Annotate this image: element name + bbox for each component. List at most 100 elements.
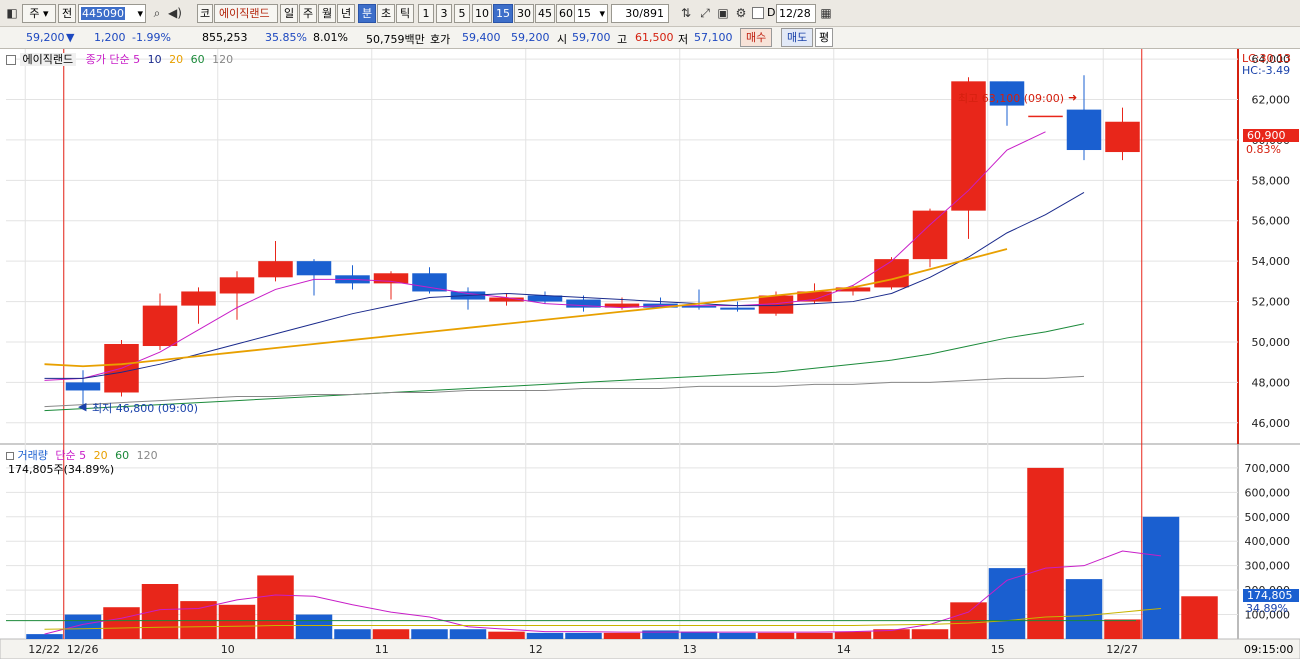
stock-name-field[interactable]: 에이직랜드 — [214, 4, 278, 23]
minute-30[interactable]: 30 — [514, 4, 534, 23]
price-tick-label: 50,000 — [1252, 336, 1291, 349]
minute-60[interactable]: 60 — [556, 4, 576, 23]
volume-bar — [103, 607, 140, 639]
minute-3[interactable]: 3 — [436, 4, 452, 23]
volume-bar — [449, 629, 487, 639]
down-arrow-icon: ▼ — [66, 31, 75, 44]
volume-ma120: 120 — [136, 449, 158, 462]
volume-bar — [1104, 619, 1141, 639]
volume-bar — [1065, 579, 1103, 639]
period-minute[interactable]: 분 — [358, 4, 376, 23]
symbol-prefix-button[interactable]: 코 — [197, 4, 213, 23]
date-flag: D — [767, 6, 776, 19]
volume-bar — [180, 601, 217, 639]
avg-button[interactable]: 평 — [815, 28, 834, 47]
open-label: 시 — [557, 33, 568, 46]
volume-tick-label: 300,000 — [1245, 560, 1291, 573]
volume-bar — [64, 614, 102, 639]
volume-current: 174,805주(34.89%) — [8, 463, 115, 476]
chart-settings-icon[interactable]: ◧ — [4, 5, 20, 21]
count-input[interactable]: 30/891 — [611, 4, 669, 23]
market-select[interactable]: 주 ▾ — [22, 4, 56, 23]
calendar-icon[interactable]: ▦ — [818, 5, 834, 21]
period-year[interactable]: 년 — [337, 4, 355, 23]
volume-bar — [334, 629, 371, 639]
candle-body — [65, 382, 101, 391]
period-month[interactable]: 월 — [318, 4, 336, 23]
date-input[interactable]: 12/28 — [776, 4, 816, 23]
candle-body — [142, 305, 178, 347]
legend-ma-label: 종가 단순 5 — [85, 53, 141, 66]
right-arrow-icon: ➜ — [1068, 91, 1078, 104]
minute-select[interactable]: 15 ▾ — [574, 4, 608, 23]
legend-toggle-icon[interactable] — [6, 55, 16, 65]
volume-bar — [26, 634, 63, 639]
buy-button[interactable]: 매수 — [740, 28, 773, 47]
market-label: 주 — [29, 7, 40, 20]
candle-body — [219, 277, 255, 294]
count-total: /891 — [639, 7, 664, 20]
code-value: 445090 — [81, 7, 125, 20]
time-axis — [0, 638, 1300, 659]
volume-bar — [411, 629, 448, 639]
left-arrow-icon: ◀ — [78, 400, 87, 413]
volume-bar — [834, 631, 872, 639]
gear-icon[interactable]: ⚙ — [733, 5, 749, 21]
volume-tick-label: 500,000 — [1245, 511, 1291, 524]
price-tick-label: 56,000 — [1252, 215, 1291, 228]
candle-body — [720, 307, 755, 310]
bid-price: 59,200 — [511, 31, 550, 44]
candle-body — [874, 259, 909, 288]
volume-bar — [988, 568, 1026, 639]
candle-body — [912, 210, 948, 260]
low-label: 저 — [678, 33, 689, 46]
trade-amount: 50,759백만 — [366, 33, 425, 46]
volume-bar — [796, 632, 833, 639]
period-tick[interactable]: 틱 — [396, 4, 414, 23]
time-label: 09:15:00 — [1244, 643, 1294, 656]
minute-10[interactable]: 10 — [472, 4, 492, 23]
period-second[interactable]: 초 — [377, 4, 395, 23]
draw-tool-icon[interactable]: ⤢ — [697, 5, 713, 21]
last-volume-tag: 174,805 — [1243, 589, 1299, 602]
volume-bar — [911, 629, 949, 639]
count-value: 30 — [625, 7, 640, 20]
sell-button[interactable]: 매도 — [781, 28, 814, 47]
volume-bar — [372, 629, 410, 639]
volume-bar — [719, 632, 756, 639]
period-day[interactable]: 일 — [280, 4, 298, 23]
volume-ratio: 35.85% — [265, 31, 307, 44]
time-tick-label: 12 — [529, 643, 543, 656]
volume: 855,253 — [202, 31, 248, 44]
volume-bar — [1181, 596, 1218, 639]
volume-toggle-icon[interactable] — [6, 452, 14, 460]
volume-bar — [565, 632, 602, 639]
compare-icon[interactable]: ⇅ — [676, 5, 696, 21]
minute-1[interactable]: 1 — [418, 4, 434, 23]
candle-chart[interactable]: 46,000 48,000 50,000 52,000 54,000 56,000 58,0… — [0, 49, 1300, 659]
time-tick-label: 12/22 — [28, 643, 60, 656]
chevron-down-icon: ▾ — [599, 7, 605, 20]
search-icon[interactable]: ⌕ — [149, 5, 165, 21]
time-tick-label: 14 — [837, 643, 851, 656]
period-week[interactable]: 주 — [299, 4, 317, 23]
ask-price: 59,400 — [462, 31, 501, 44]
time-tick-label: 12/27 — [1106, 643, 1138, 656]
time-tick-label: 12/26 — [67, 643, 99, 656]
price-tick-label: 48,000 — [1252, 376, 1291, 389]
speaker-icon[interactable]: ◀) — [167, 5, 183, 21]
save-icon[interactable]: ▣ — [715, 5, 731, 21]
price-tick-label: 62,000 — [1252, 94, 1291, 107]
code-input[interactable]: 445090 ▾ — [78, 4, 146, 23]
chart-background — [0, 49, 1300, 659]
price-change-pct: -1.99% — [132, 31, 171, 44]
date-checkbox[interactable] — [752, 7, 764, 19]
volume-bar — [141, 584, 179, 639]
hc-value: HC:-3.49 — [1242, 64, 1291, 77]
minute-45[interactable]: 45 — [535, 4, 555, 23]
minute-5[interactable]: 5 — [454, 4, 470, 23]
type-button[interactable]: 전 — [58, 4, 76, 23]
price-change: 1,200 — [94, 31, 126, 44]
minute-15[interactable]: 15 — [493, 4, 513, 23]
legend-ma10: 10 — [147, 53, 162, 66]
